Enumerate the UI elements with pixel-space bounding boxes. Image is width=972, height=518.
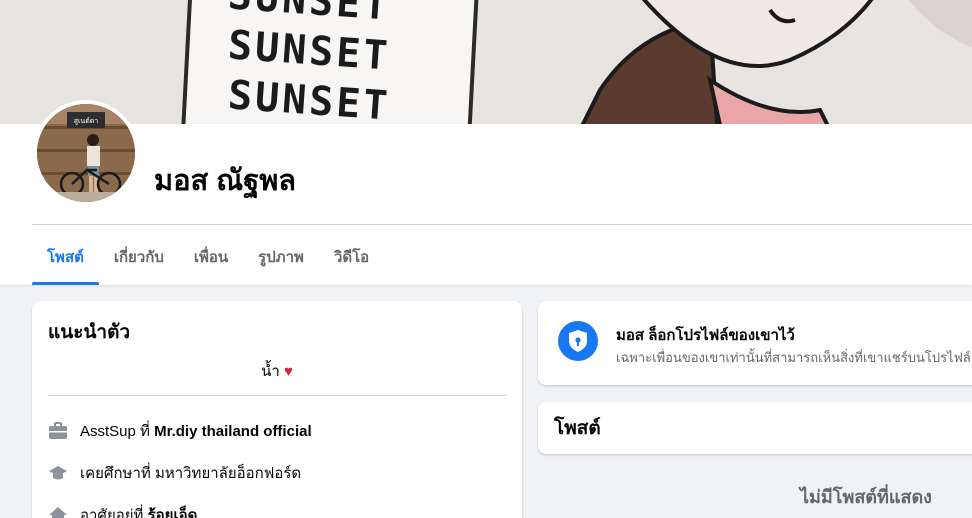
tab-videos[interactable]: วิดีโอ xyxy=(319,228,384,285)
no-posts-message: ไม่มีโพสต์ที่แสดง xyxy=(800,487,932,507)
posts-card: โพสต์ xyxy=(538,402,972,454)
intro-bio: น้ำ ♥ xyxy=(48,359,506,383)
info-lives: อาศัยอยู่ที่ ร้อยเอ็ด xyxy=(48,494,506,518)
work-place-link[interactable]: Mr.diy thailand official xyxy=(154,423,312,440)
briefcase-icon xyxy=(48,421,68,441)
intro-title: แนะนำตัว xyxy=(48,322,131,343)
profile-avatar[interactable]: สูเนต์ดา xyxy=(33,100,139,206)
lives-place-link[interactable]: ร้อยเอ็ด xyxy=(148,503,198,518)
info-work: AsstSup ที่ Mr.diy thailand official xyxy=(48,410,506,452)
shield-lock-icon xyxy=(558,321,598,361)
profile-name[interactable]: มอส ณัฐพล xyxy=(154,157,296,203)
locked-profile-card: มอส ล็อกโปรไฟล์ของเขาไว้ เฉพาะเพื่อนของเ… xyxy=(538,301,972,385)
graduation-cap-icon xyxy=(48,463,68,483)
tab-about[interactable]: เกี่ยวกับ xyxy=(99,228,179,285)
locked-subtitle: เฉพาะเพื่อนของเขาเท่านั้นที่สามารถเห็นสิ… xyxy=(616,350,971,365)
locked-title: มอส ล็อกโปรไฟล์ของเขาไว้ xyxy=(616,327,795,344)
profile-header: มอส ณัฐพล โพสต์ เกี่ยวกับ เพื่อน รูปภาพ … xyxy=(0,124,972,285)
tab-friends[interactable]: เพื่อน xyxy=(179,228,243,285)
avatar-sign-text: สูเนต์ดา xyxy=(74,117,99,125)
home-icon xyxy=(48,505,68,518)
profile-tabs: โพสต์ เกี่ยวกับ เพื่อน รูปภาพ วิดีโอ xyxy=(32,228,384,285)
cover-photo[interactable]: SUNSET SUNSET SUNSET xyxy=(0,0,972,124)
tab-posts[interactable]: โพสต์ xyxy=(32,228,99,285)
intro-divider xyxy=(48,395,506,396)
intro-card: แนะนำตัว น้ำ ♥ AsstSup ที่ Mr.diy thaila… xyxy=(32,301,522,518)
education-prefix: เคยศึกษาที่ xyxy=(80,465,151,482)
info-education: เคยศึกษาที่ มหาวิทยาลัยอ็อกฟอร์ด xyxy=(48,452,506,494)
avatar-photo: สูเนต์ดา xyxy=(37,104,135,202)
cover-illustration-figure xyxy=(580,0,972,124)
posts-title: โพสต์ xyxy=(554,418,601,439)
tab-photos[interactable]: รูปภาพ xyxy=(243,228,319,285)
heart-icon: ♥ xyxy=(283,363,293,380)
header-divider xyxy=(32,224,972,225)
bio-text: น้ำ xyxy=(261,363,280,380)
education-place-link[interactable]: มหาวิทยาลัยอ็อกฟอร์ด xyxy=(155,461,301,485)
lives-prefix: อาศัยอยู่ที่ xyxy=(80,507,144,518)
work-prefix: AsstSup ที่ xyxy=(80,423,150,440)
